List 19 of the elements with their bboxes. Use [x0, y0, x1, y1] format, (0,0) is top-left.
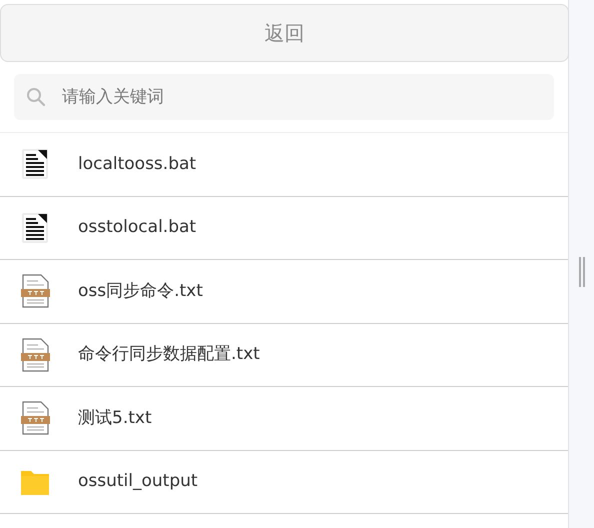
document-icon [20, 210, 50, 245]
file-name: ossutil_output [78, 470, 198, 493]
file-name: osstolocal.bat [78, 216, 196, 239]
file-name: 测试5.txt [78, 406, 152, 430]
file-row[interactable]: oss同步命令.txt [0, 260, 568, 324]
file-name: 命令行同步数据配置.txt [78, 343, 260, 366]
file-row[interactable]: osstolocal.bat [0, 196, 568, 260]
file-name: localtooss.bat [78, 152, 196, 176]
text-file-icon [20, 338, 50, 372]
document-icon [20, 147, 50, 182]
file-row[interactable]: localtooss.bat [0, 133, 568, 196]
file-row[interactable]: 测试5.txt [0, 387, 568, 450]
file-row[interactable]: 命令行同步数据配置.txt [0, 324, 568, 387]
file-row[interactable]: ossutil_output [0, 450, 568, 514]
text-file-icon [20, 274, 50, 308]
search-field[interactable]: 请输入关键词 [14, 74, 554, 120]
text-file-icon [20, 401, 50, 436]
file-name: oss同步命令.txt [78, 280, 203, 302]
resize-handle[interactable] [578, 257, 584, 287]
